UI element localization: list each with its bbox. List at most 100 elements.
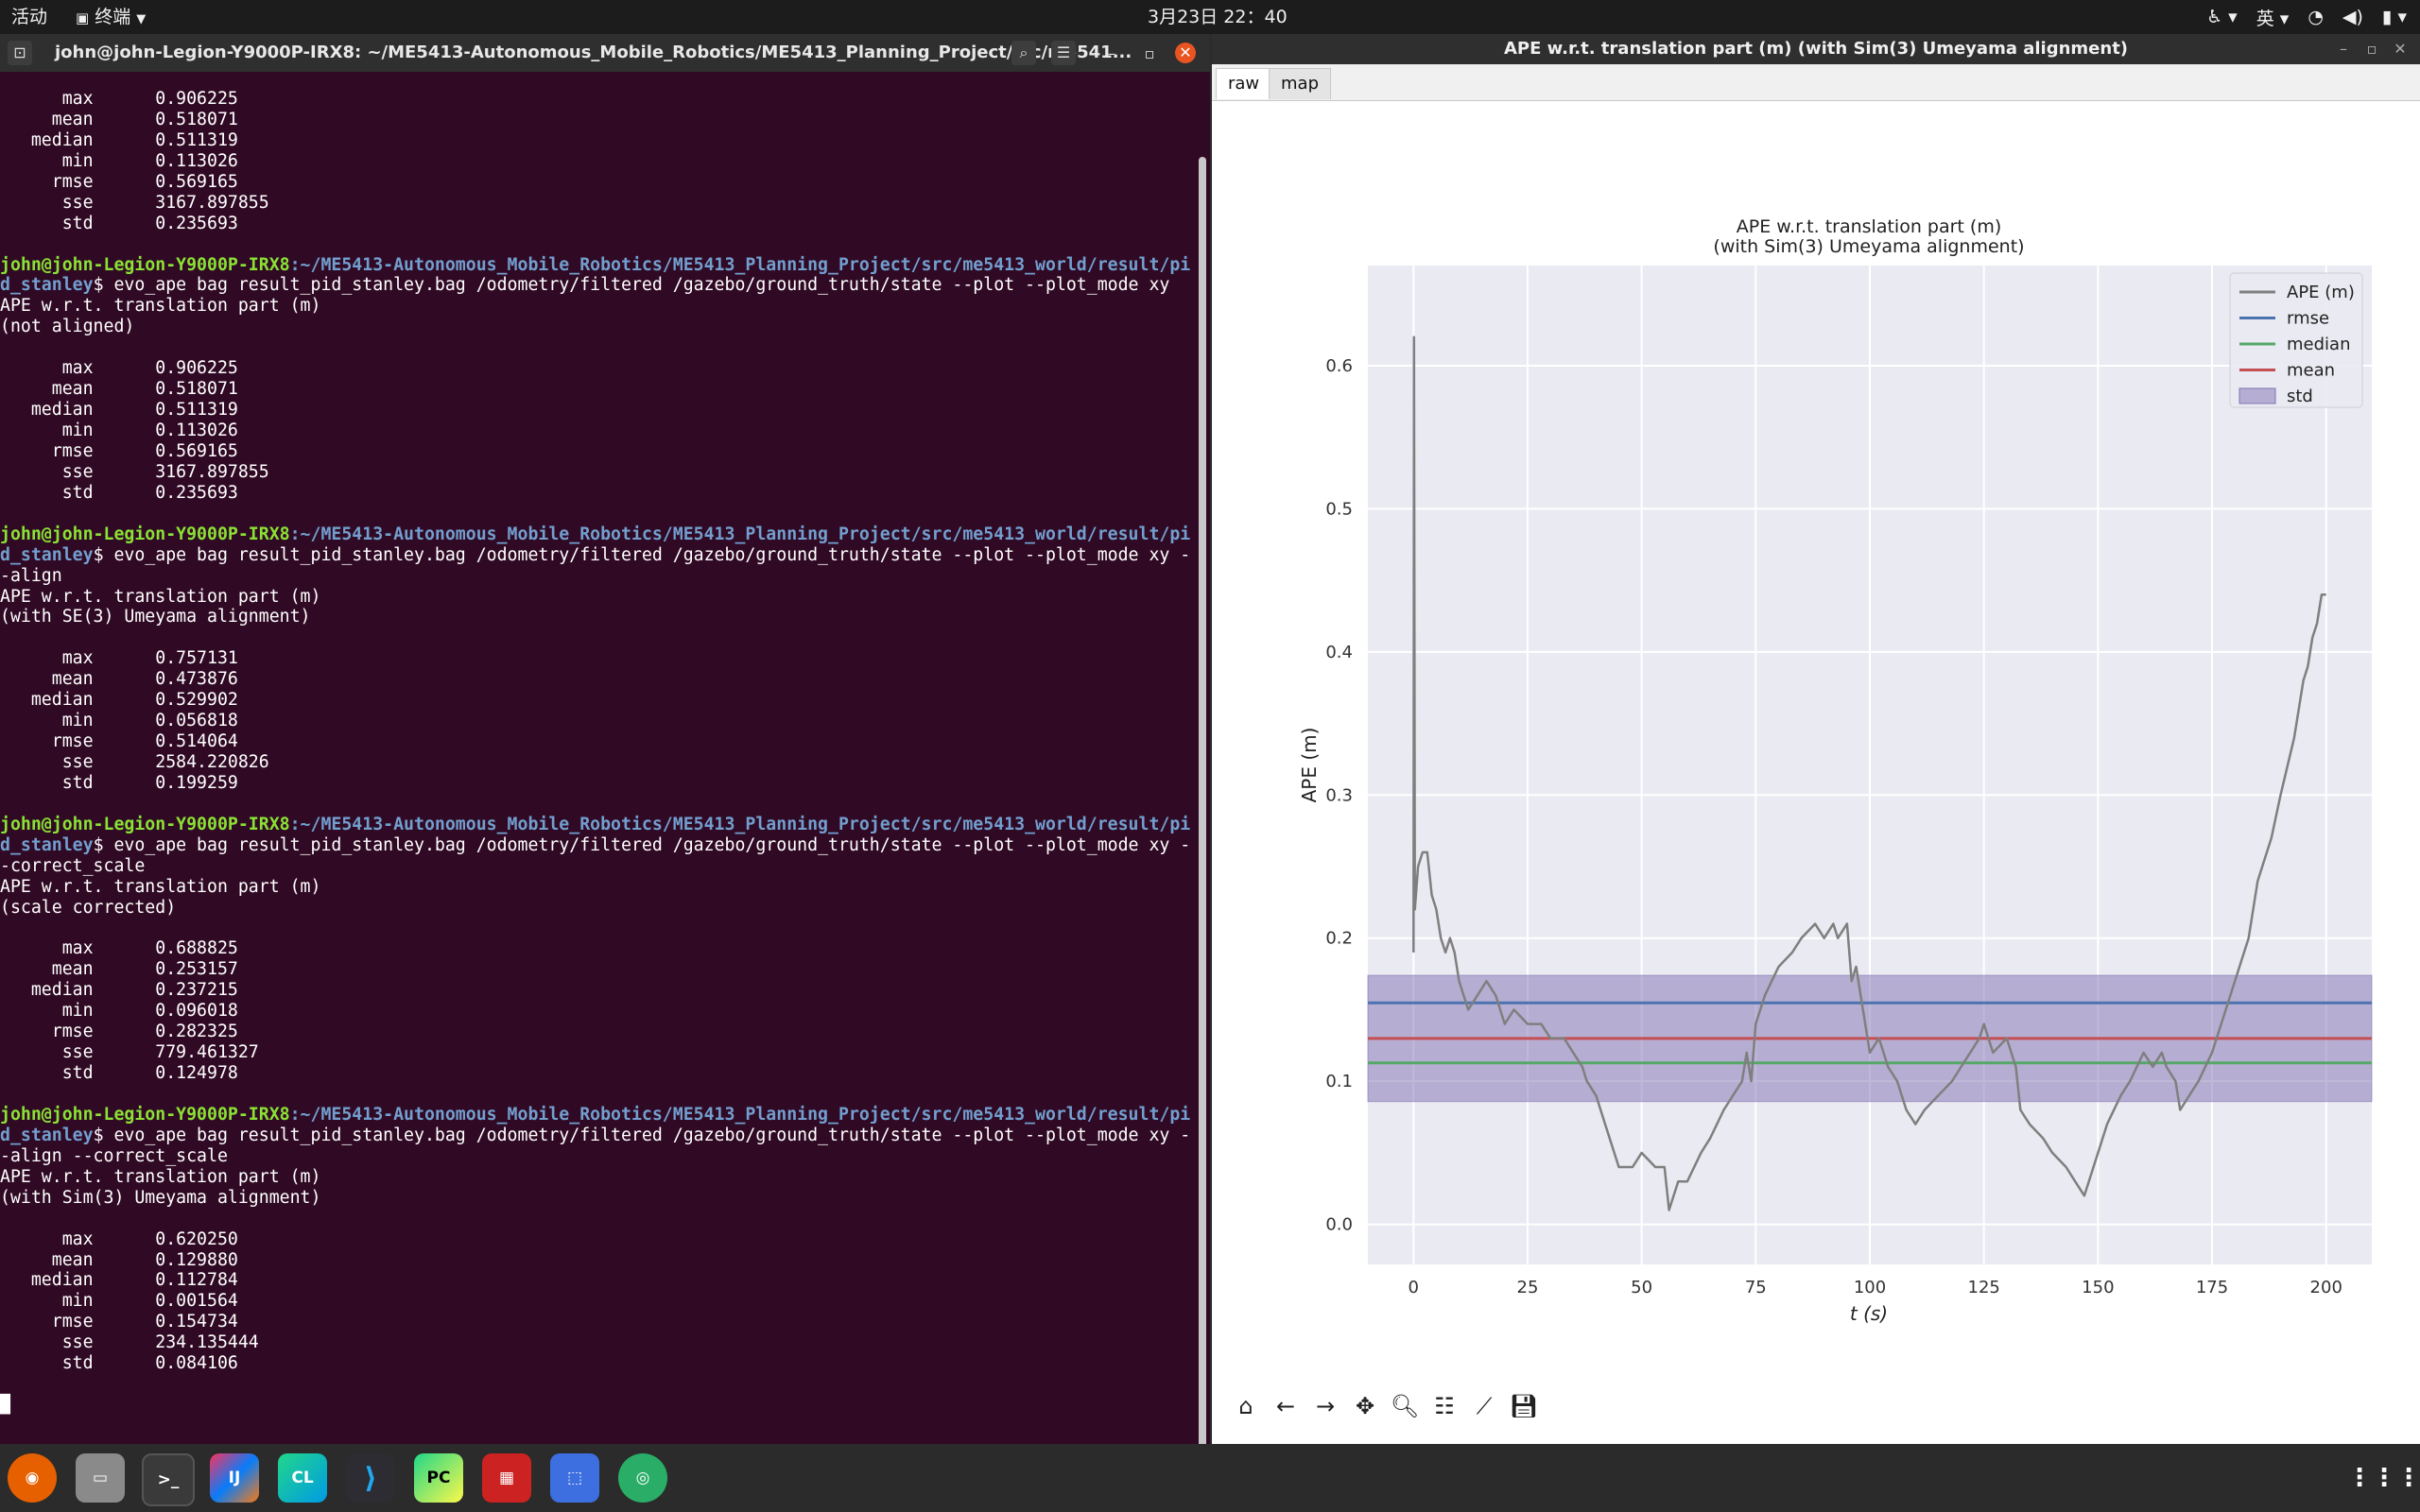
line-text: min 0.056818	[0, 711, 238, 731]
x-tick-label: 50	[1631, 1278, 1652, 1297]
back-icon[interactable]: ←	[1270, 1391, 1301, 1421]
terminal-line: min 0.113026	[0, 421, 1193, 441]
app-menu[interactable]: ▣ 终端 ▼	[76, 0, 146, 34]
chart-legend: APE (m) rmse median mean std	[2229, 272, 2363, 408]
x-axis-label: t (s)	[1850, 1302, 1888, 1325]
system-tray[interactable]: ♿ ▾ 英 ▾ ◔ ◀) ▮ ▾	[2206, 0, 2407, 34]
search-icon[interactable]: ⌕	[1011, 41, 1036, 65]
edit-axis-icon[interactable]: ⟋	[1469, 1391, 1499, 1421]
line-text: max 0.906225	[0, 89, 238, 109]
plot-maximize-icon[interactable]: ▫	[2360, 37, 2384, 61]
input-method-indicator[interactable]: 英 ▾	[2256, 5, 2290, 30]
intellij-icon[interactable]: IJ	[210, 1453, 259, 1503]
video-icon[interactable]: ▦	[482, 1453, 531, 1503]
terminal-line: rmse 0.569165	[0, 172, 1193, 193]
line-text: $ evo_ape bag result_pid_stanley.bag /od…	[93, 1125, 1191, 1145]
line-text: APE w.r.t. translation part (m)	[0, 1166, 321, 1187]
x-tick-label: 100	[1854, 1278, 1886, 1297]
pan-icon[interactable]: ✥	[1350, 1391, 1380, 1421]
line-text: sse 3167.897855	[0, 461, 269, 482]
terminal-line: sse 779.461327	[0, 1042, 1193, 1063]
terminal-line: sse 234.135444	[0, 1332, 1193, 1353]
save-icon[interactable]: 💾︎	[1509, 1391, 1539, 1421]
terminal-icon[interactable]: >_	[142, 1453, 195, 1506]
x-tick-label: 175	[2196, 1278, 2228, 1297]
line-text: █	[0, 1395, 10, 1416]
terminal-line: john@john-Legion-Y9000P-IRX8:~/ME5413-Au…	[0, 524, 1193, 545]
volume-icon[interactable]: ◀)	[2342, 7, 2363, 27]
legend-label: std	[2287, 387, 2313, 406]
terminal-line: max 0.757131	[0, 648, 1193, 669]
zoom-icon[interactable]: 🔍︎	[1390, 1391, 1420, 1421]
new-tab-icon[interactable]: ⊡	[8, 41, 32, 65]
terminal-line: min 0.056818	[0, 711, 1193, 731]
forward-icon[interactable]: →	[1310, 1391, 1340, 1421]
terminal-line: rmse 0.569165	[0, 441, 1193, 462]
home-icon[interactable]: ⌂	[1231, 1391, 1261, 1421]
files-icon[interactable]: ▭	[76, 1453, 125, 1503]
line-text: rmse 0.282325	[0, 1022, 238, 1042]
line-text: rmse 0.569165	[0, 171, 238, 192]
plot-close-icon[interactable]: ✕	[2388, 37, 2412, 61]
terminal-window[interactable]: ⊡ john@john-Legion-Y9000P-IRX8: ~/ME5413…	[0, 34, 1210, 1472]
wechat-icon[interactable]: ◎	[618, 1453, 667, 1503]
terminal-line: sse 3167.897855	[0, 462, 1193, 483]
vscode-icon[interactable]: ⟩	[346, 1453, 395, 1503]
line-text: mean 0.473876	[0, 669, 238, 690]
prompt-path: :~/ME5413-Autonomous_Mobile_Robotics/ME5…	[289, 524, 1191, 544]
terminal-line: rmse 0.282325	[0, 1022, 1193, 1042]
show-apps-icon[interactable]: ⋮⋮⋮	[2347, 1453, 2420, 1503]
maximize-icon[interactable]: ▫	[1137, 42, 1162, 66]
y-tick-label: 0.6	[1325, 356, 1353, 376]
plot-minimize-icon[interactable]: –	[2331, 37, 2356, 61]
terminal-line: █	[0, 1395, 1193, 1416]
firefox-icon[interactable]: ◉	[8, 1453, 57, 1503]
line-text: min 0.113026	[0, 421, 238, 440]
line-text: APE w.r.t. translation part (m)	[0, 876, 321, 897]
terminal-titlebar[interactable]: ⊡ john@john-Legion-Y9000P-IRX8: ~/ME5413…	[0, 34, 1210, 72]
terminal-line: -align --correct_scale	[0, 1146, 1193, 1167]
clock[interactable]: 3月23日 22：40	[1148, 0, 1288, 34]
plot-window[interactable]: APE w.r.t. translation part (m) (with Si…	[1212, 34, 2420, 1444]
pycharm-icon[interactable]: PC	[414, 1453, 463, 1503]
terminal-line: min 0.113026	[0, 151, 1193, 172]
terminal-line: (not aligned)	[0, 317, 1193, 337]
chart-title: APE w.r.t. translation part (m)	[1737, 216, 2002, 237]
line-text: median 0.237215	[0, 980, 238, 1001]
line-text: $ evo_ape bag result_pid_stanley.bag /od…	[93, 275, 1170, 296]
accessibility-icon[interactable]: ♿ ▾	[2206, 7, 2238, 27]
line-text: $ evo_ape bag result_pid_stanley.bag /od…	[93, 544, 1191, 565]
battery-icon[interactable]: ▮ ▾	[2382, 7, 2407, 27]
line-text: (not aligned)	[0, 317, 135, 337]
terminal-line: max 0.688825	[0, 938, 1193, 959]
terminal-scrollbar[interactable]	[1199, 157, 1206, 1472]
terminal-line: median 0.511319	[0, 400, 1193, 421]
terminal-line: d_stanley$ evo_ape bag result_pid_stanle…	[0, 545, 1193, 566]
activities-button[interactable]: 活动	[11, 0, 47, 34]
terminal-line: APE w.r.t. translation part (m)	[0, 877, 1193, 898]
line-text: mean 0.253157	[0, 959, 238, 980]
clion-icon[interactable]: CL	[278, 1453, 327, 1503]
terminal-line: (scale corrected)	[0, 898, 1193, 919]
wifi-icon[interactable]: ◔	[2308, 7, 2324, 27]
tab-map[interactable]: map	[1269, 68, 1331, 99]
line-text: sse 2584.220826	[0, 752, 269, 772]
line-text: mean 0.518071	[0, 379, 238, 400]
y-tick-label: 0.2	[1325, 929, 1353, 949]
menu-icon[interactable]: ☰	[1051, 41, 1076, 65]
line-text: -align --correct_scale	[0, 1145, 228, 1166]
line-text: sse 779.461327	[0, 1042, 259, 1063]
terminal-line: median 0.511319	[0, 130, 1193, 151]
terminal-output[interactable]: max 0.906225 mean 0.518071 median 0.5113…	[0, 89, 1193, 1440]
screenshot-icon[interactable]: ⬚	[550, 1453, 599, 1503]
x-tick-label: 150	[2082, 1278, 2114, 1297]
tab-raw[interactable]: raw	[1216, 68, 1272, 99]
minimize-icon[interactable]: –	[1099, 42, 1124, 66]
close-icon[interactable]: ✕	[1175, 43, 1196, 63]
terminal-line: mean 0.129880	[0, 1250, 1193, 1271]
terminal-line: min 0.001564	[0, 1291, 1193, 1312]
line-text: rmse 0.569165	[0, 440, 238, 461]
configure-icon[interactable]: ☷	[1429, 1391, 1460, 1421]
